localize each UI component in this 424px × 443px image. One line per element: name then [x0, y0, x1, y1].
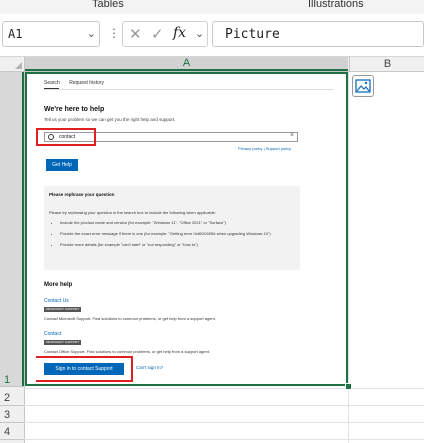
- rephrase-panel: Please rephrase your question Please try…: [44, 186, 300, 270]
- picture-in-cell[interactable]: Search Request history We're here to hel…: [36, 76, 344, 382]
- divider: [44, 89, 334, 90]
- contact-description: Contact Office Support. Find solutions t…: [44, 349, 211, 354]
- formula-value: Picture: [225, 27, 280, 42]
- cant-sign-in-link: Can't sign in?: [136, 365, 164, 370]
- close-icon: ×: [289, 132, 294, 139]
- row-header-1-selected[interactable]: [0, 72, 24, 387]
- page-subtitle: Tell us your problem so we can get you t…: [44, 117, 176, 122]
- formula-input[interactable]: Picture: [212, 21, 424, 47]
- highlight-box-search: [36, 128, 96, 146]
- tab-search: Search: [44, 80, 60, 86]
- ribbon-tables-label: Tables: [92, 0, 124, 10]
- rephrase-title: Please rephrase your question: [49, 192, 115, 197]
- contact-link: Contact: [44, 331, 62, 337]
- tab-request-history: Request history: [69, 80, 104, 86]
- select-all-button[interactable]: [0, 57, 25, 71]
- enter-icon[interactable]: ✓: [151, 25, 164, 43]
- rephrase-text: Please try rephrasing your question in t…: [49, 210, 216, 215]
- contact-us-description: Contact Microsoft Support. Find solution…: [44, 316, 216, 321]
- name-box-value: A1: [8, 27, 23, 41]
- contact-us-link: Contact Us: [44, 298, 69, 304]
- ribbon-group-labels: Tables Illustrations: [0, 0, 424, 15]
- gridline: [24, 388, 424, 389]
- row-header-4[interactable]: 4: [0, 426, 24, 438]
- list-item: Provide more details (for example "can't…: [60, 242, 290, 248]
- privacy-links: Privacy policy | Support policy: [238, 146, 292, 151]
- gridline: [24, 422, 424, 423]
- list-item: Include the product name and version (fo…: [60, 220, 290, 226]
- get-help-button: Get Help: [46, 159, 78, 171]
- name-box[interactable]: A1 ⌄: [2, 21, 100, 47]
- picture-icon[interactable]: [352, 75, 374, 97]
- gridline: [0, 439, 24, 440]
- formula-bar: A1 ⌄ ⋮ ✕ ✓ fx ⌄ Picture: [0, 14, 424, 57]
- formula-buttons: ✕ ✓ fx ⌄: [122, 21, 208, 47]
- fill-handle[interactable]: [345, 383, 352, 390]
- gridline: [0, 386, 24, 387]
- highlight-box-sign-in: [36, 356, 133, 382]
- gridline: [24, 405, 424, 406]
- more-help-heading: More help: [44, 282, 73, 288]
- more-options-icon[interactable]: ⋮: [108, 26, 120, 40]
- cancel-icon[interactable]: ✕: [129, 25, 142, 43]
- column-header-b[interactable]: B: [349, 57, 424, 71]
- ribbon-illustrations-label: Illustrations: [308, 0, 364, 10]
- row-header-1[interactable]: 1: [0, 374, 24, 386]
- gridline: [0, 422, 24, 423]
- microsoft-support-badge: MICROSOFT SUPPORT: [44, 307, 82, 312]
- column-header-a[interactable]: A: [25, 57, 348, 71]
- column-headers: A B: [0, 57, 424, 72]
- row-header-3[interactable]: 3: [0, 409, 24, 421]
- page-title: We're here to help: [44, 106, 105, 113]
- row-header-2[interactable]: 2: [0, 392, 24, 404]
- gridline: [0, 405, 24, 406]
- microsoft-support-badge: MICROSOFT SUPPORT: [44, 340, 82, 345]
- list-item: Provide the exact error message if there…: [60, 231, 290, 237]
- insert-function-icon[interactable]: fx: [173, 25, 186, 41]
- chevron-down-icon[interactable]: ⌄: [195, 27, 204, 40]
- support-tabs: Search Request history: [44, 80, 112, 86]
- gridline: [24, 439, 424, 440]
- rephrase-list: Include the product name and version (fo…: [60, 220, 290, 253]
- chevron-down-icon[interactable]: ⌄: [87, 27, 96, 40]
